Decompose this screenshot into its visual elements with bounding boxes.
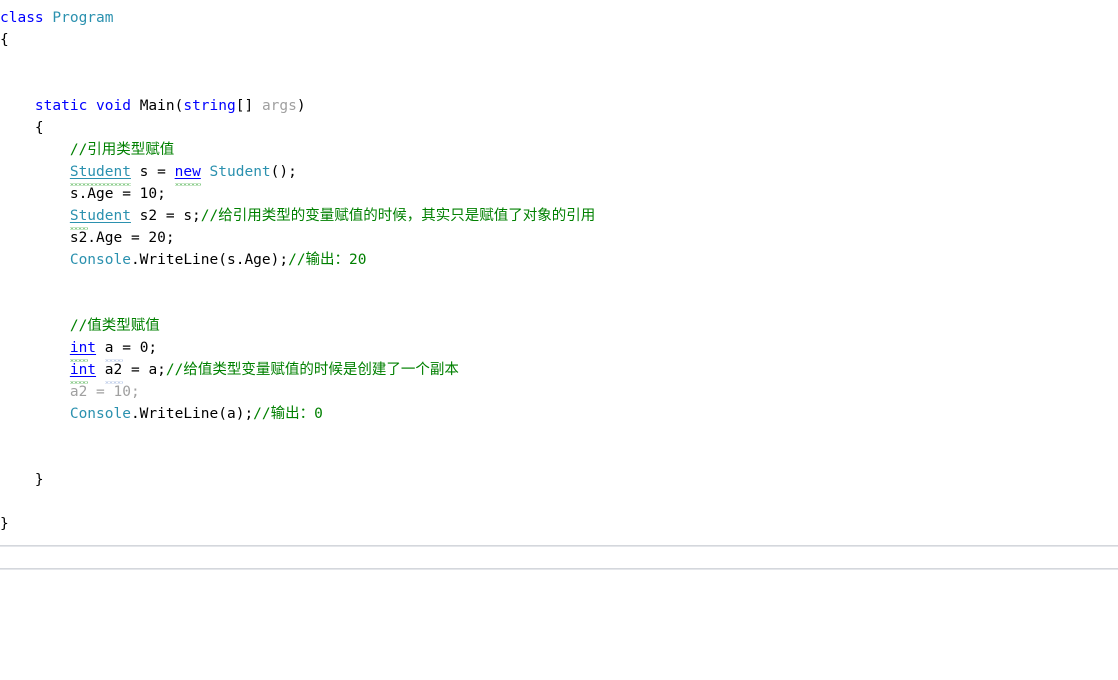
code-token: Student (69, 161, 132, 186)
code-token: //输出：0 (253, 406, 323, 422)
code-token: string (183, 98, 236, 114)
code-token: s2 = s; (130, 208, 201, 224)
code-line[interactable]: class Program (0, 7, 1118, 29)
code-line[interactable]: int a2 = a;//给值类型变量赋值的时候是创建了一个副本 (0, 359, 1118, 384)
code-line[interactable]: Console.WriteLine(a);//输出：0 (0, 403, 1118, 425)
code-line[interactable] (0, 73, 1118, 95)
collapsed-region-divider-bottom (0, 568, 1118, 570)
code-token: } (34, 472, 44, 488)
code-token: args (261, 98, 297, 114)
code-token: //给引用类型的变量赋值的时候，其实只是赋值了对象的引用 (200, 208, 596, 224)
code-line[interactable] (0, 51, 1118, 73)
code-line[interactable] (0, 425, 1118, 447)
code-token: new (174, 161, 202, 186)
code-line[interactable]: { (0, 29, 1118, 51)
code-line[interactable] (0, 271, 1118, 293)
code-line[interactable]: s.Age = 10; (0, 183, 1118, 205)
code-line[interactable]: Student s = new Student(); (0, 161, 1118, 186)
code-line[interactable]: int a = 0; (0, 337, 1118, 362)
code-token: //输出：20 (288, 252, 367, 268)
code-token: Student (69, 205, 131, 230)
code-line[interactable]: { (0, 117, 1118, 139)
code-line[interactable]: Console.WriteLine(s.Age);//输出：20 (0, 249, 1118, 271)
code-token: [] (235, 98, 262, 114)
code-token: //给值类型变量赋值的时候是创建了一个副本 (165, 362, 459, 378)
code-token: Main (139, 98, 175, 114)
code-token: //引用类型赋值 (69, 142, 175, 158)
code-token: } (0, 516, 9, 532)
code-token: .WriteLine(s.Age); (130, 252, 289, 268)
code-line[interactable] (0, 447, 1118, 469)
code-line[interactable]: } (0, 469, 1118, 491)
code-line[interactable]: } (0, 513, 1118, 535)
code-token: int (69, 359, 96, 384)
code-token: (); (270, 164, 297, 180)
code-token: //值类型赋值 (69, 318, 160, 334)
code-token: s2.Age = 20; (69, 230, 175, 246)
code-token: Program (52, 10, 114, 26)
code-token: Student (209, 164, 271, 180)
code-token: int (69, 337, 96, 362)
code-token: static void (34, 98, 140, 114)
code-line[interactable]: s2.Age = 20; (0, 227, 1118, 249)
collapsed-region-divider-top (0, 545, 1118, 547)
code-token: Console (69, 252, 131, 268)
code-token: = 0; (113, 340, 158, 356)
code-line[interactable]: //值类型赋值 (0, 315, 1118, 337)
code-line[interactable]: //引用类型赋值 (0, 139, 1118, 161)
code-token: s.Age = 10; (69, 186, 166, 202)
code-token: a (104, 337, 123, 362)
code-token: { (34, 120, 44, 136)
code-line[interactable]: Student s2 = s;//给引用类型的变量赋值的时候，其实只是赋值了对象… (0, 205, 1118, 230)
code-editor-window: class Program { static void Main(string[]… (0, 0, 1118, 680)
code-token: { (0, 32, 9, 48)
code-token: s = (130, 164, 175, 180)
code-token: .WriteLine(a); (130, 406, 254, 422)
divider-rule (0, 545, 1118, 546)
code-token: a2 = 10; (69, 384, 140, 400)
code-line[interactable] (0, 293, 1118, 315)
code-editor-surface[interactable]: class Program { static void Main(string[]… (0, 0, 1118, 535)
code-token: ) (296, 98, 306, 114)
divider-rule (0, 568, 1118, 569)
code-token: class (0, 10, 53, 26)
code-token: = a; (122, 362, 166, 378)
code-token: Console (69, 406, 131, 422)
code-line[interactable]: static void Main(string[] args) (0, 95, 1118, 117)
code-token: a2 (104, 359, 124, 384)
code-line[interactable] (0, 491, 1118, 513)
code-line[interactable]: a2 = 10; (0, 381, 1118, 403)
